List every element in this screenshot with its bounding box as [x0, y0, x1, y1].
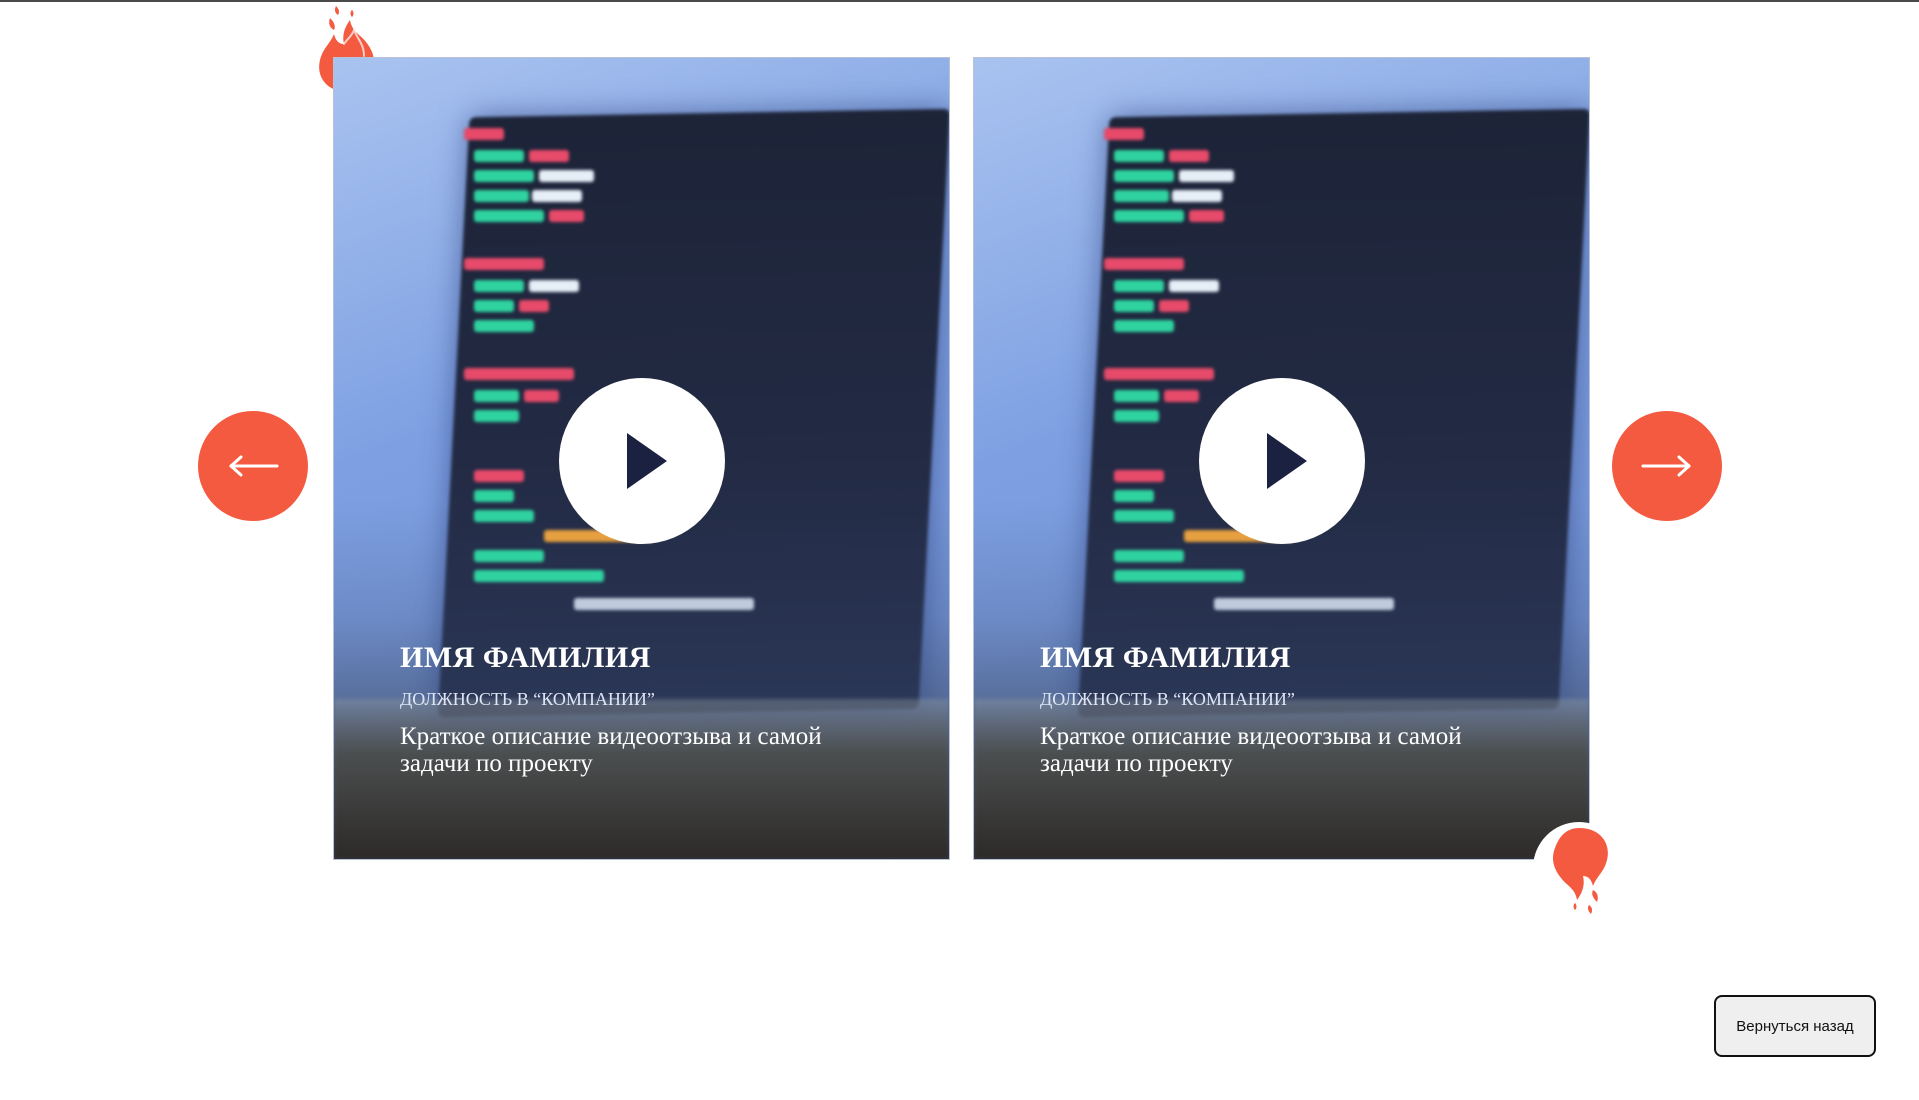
code-decoration — [1114, 570, 1244, 582]
code-decoration — [1114, 490, 1154, 502]
code-decoration — [1169, 280, 1219, 292]
code-decoration — [474, 510, 534, 522]
play-video-button[interactable] — [559, 378, 725, 544]
code-decoration — [474, 320, 534, 332]
code-decoration — [1114, 550, 1184, 562]
code-decoration — [1104, 128, 1144, 140]
code-decoration — [474, 410, 519, 422]
code-decoration — [1104, 368, 1214, 380]
arrow-left-icon — [229, 455, 279, 477]
reviewer-position: ДОЛЖНОСТЬ В “КОМПАНИИ” — [400, 689, 655, 709]
code-decoration — [474, 490, 514, 502]
code-decoration — [1114, 280, 1164, 292]
code-decoration — [1114, 170, 1174, 182]
review-caption: ИМЯ ФАМИЛИЯ ДОЛЖНОСТЬ В “КОМПАНИИ” Кратк… — [1040, 641, 1560, 777]
review-description: Краткое описание видеоотзыва и самой зад… — [400, 723, 822, 777]
code-decoration — [474, 550, 544, 562]
reviewer-position: ДОЛЖНОСТЬ В “КОМПАНИИ” — [1040, 689, 1295, 709]
code-decoration — [1179, 170, 1234, 182]
code-decoration — [1164, 390, 1199, 402]
code-decoration — [464, 368, 574, 380]
code-decoration — [474, 300, 514, 312]
code-decoration — [529, 280, 579, 292]
back-button[interactable]: Вернуться назад — [1714, 995, 1876, 1057]
fire-icon — [1525, 808, 1637, 920]
code-decoration — [474, 570, 604, 582]
code-decoration — [532, 190, 582, 202]
code-decoration — [1214, 598, 1394, 610]
play-icon — [1267, 433, 1307, 489]
code-decoration — [1172, 190, 1222, 202]
code-decoration — [1169, 150, 1209, 162]
code-decoration — [1114, 190, 1169, 202]
next-slide-button[interactable] — [1612, 411, 1722, 521]
code-decoration — [474, 390, 519, 402]
video-review-card[interactable]: ИМЯ ФАМИЛИЯ ДОЛЖНОСТЬ В “КОМПАНИИ” Кратк… — [333, 57, 950, 860]
code-decoration — [1159, 300, 1189, 312]
prev-slide-button[interactable] — [198, 411, 308, 521]
code-decoration — [1114, 320, 1174, 332]
code-decoration — [464, 258, 544, 270]
code-decoration — [474, 170, 534, 182]
code-decoration — [1114, 390, 1159, 402]
video-review-card[interactable]: ИМЯ ФАМИЛИЯ ДОЛЖНОСТЬ В “КОМПАНИИ” Кратк… — [973, 57, 1590, 860]
code-decoration — [519, 300, 549, 312]
code-decoration — [574, 598, 754, 610]
code-decoration — [1114, 210, 1184, 222]
code-decoration — [464, 128, 504, 140]
code-decoration — [549, 210, 584, 222]
play-icon — [627, 433, 667, 489]
play-video-button[interactable] — [1199, 378, 1365, 544]
reviewer-name: ИМЯ ФАМИЛИЯ — [400, 641, 651, 674]
review-caption: ИМЯ ФАМИЛИЯ ДОЛЖНОСТЬ В “КОМПАНИИ” Кратк… — [400, 641, 920, 777]
code-decoration — [474, 210, 544, 222]
code-decoration — [474, 280, 524, 292]
code-decoration — [1114, 150, 1164, 162]
video-reviews-carousel: ИМЯ ФАМИЛИЯ ДОЛЖНОСТЬ В “КОМПАНИИ” Кратк… — [0, 0, 1919, 1100]
code-decoration — [539, 170, 594, 182]
code-decoration — [1104, 258, 1184, 270]
code-decoration — [474, 150, 524, 162]
code-decoration — [1114, 410, 1159, 422]
code-decoration — [1114, 510, 1174, 522]
code-decoration — [1114, 300, 1154, 312]
code-decoration — [524, 390, 559, 402]
code-decoration — [474, 190, 529, 202]
code-decoration — [1189, 210, 1224, 222]
code-decoration — [529, 150, 569, 162]
arrow-right-icon — [1641, 455, 1691, 477]
reviewer-name: ИМЯ ФАМИЛИЯ — [1040, 641, 1291, 674]
review-description: Краткое описание видеоотзыва и самой зад… — [1040, 723, 1462, 777]
code-decoration — [1114, 470, 1164, 482]
code-decoration — [474, 470, 524, 482]
